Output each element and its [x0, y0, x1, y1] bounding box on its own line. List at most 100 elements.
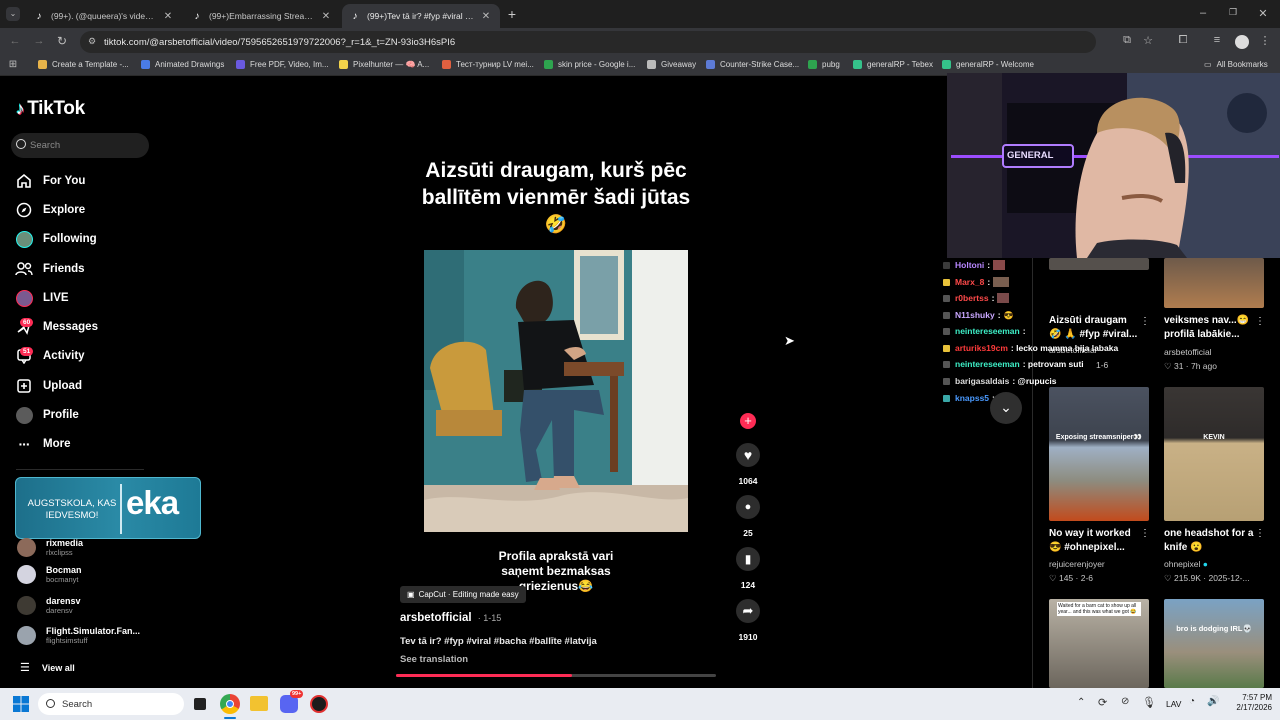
bookmark-item[interactable]: Тест-турнир LV mei... [442, 60, 534, 69]
nav-following[interactable]: Following [15, 228, 97, 250]
tab-3-active[interactable]: ♪ (99+)Tev tā ir? #fyp #viral #bac ✕ [342, 4, 500, 28]
media-icon[interactable]: ≡ [1210, 34, 1224, 46]
maximize-button[interactable]: ❐ [1226, 7, 1240, 18]
apps-grid-icon[interactable]: ⊞ [7, 59, 19, 70]
mouse-cursor-icon: ➤ [784, 333, 795, 348]
tiktok-logo[interactable]: ♪ TikTok [16, 98, 85, 120]
app-icon[interactable] [310, 695, 328, 713]
thumb-overlay-text: Exposing streamsniper👀 [1055, 434, 1143, 441]
tray-mic-icon[interactable]: 🎙 [1142, 696, 1156, 709]
nav-more[interactable]: ··· More [15, 433, 71, 455]
extensions-icon[interactable]: ⧠ [1176, 34, 1190, 47]
promo-banner[interactable]: AUGSTSKOLA, KAS IEDVESMO! eka [15, 477, 201, 539]
bookmark-item[interactable]: generalRP - Tebex [853, 60, 933, 69]
tab-search-button[interactable]: ⌄ [6, 7, 20, 21]
see-translation-link[interactable]: See translation [400, 654, 468, 665]
like-button[interactable]: ♥ [736, 443, 760, 467]
bookmark-item[interactable]: Free PDF, Video, Im... [236, 60, 329, 69]
close-tab-icon[interactable]: ✕ [320, 11, 332, 22]
webcam-frame [947, 73, 1280, 258]
forward-icon[interactable]: → [32, 35, 46, 47]
close-tab-icon[interactable]: ✕ [162, 11, 174, 22]
close-tab-icon[interactable]: ✕ [480, 11, 492, 22]
more-options-icon[interactable]: ⋮ [1140, 528, 1150, 539]
wifi-icon[interactable]: ◔ [1189, 696, 1195, 707]
minimize-button[interactable]: – [1196, 7, 1210, 19]
bookmark-item[interactable]: Animated Drawings [141, 60, 224, 69]
related-thumb[interactable] [1164, 258, 1264, 308]
clock[interactable]: 7:57 PM 2/17/2026 [1226, 693, 1272, 713]
related-thumb[interactable]: KEVIN [1164, 387, 1264, 521]
chrome-icon[interactable] [220, 694, 240, 714]
related-thumb[interactable] [1049, 258, 1149, 270]
bookmark-item[interactable]: generalRP - Welcome [942, 60, 1034, 69]
account-item[interactable]: rixmedia rlxclipss [17, 538, 83, 557]
nav-for-you[interactable]: For You [15, 170, 85, 192]
video-progress-track[interactable] [396, 674, 716, 677]
related-stats: 1-6 [1096, 360, 1109, 370]
comment-button[interactable]: ● [736, 495, 760, 519]
search-icon [16, 139, 26, 149]
file-explorer-icon[interactable] [250, 696, 268, 711]
task-view-icon[interactable] [194, 698, 206, 710]
close-window-button[interactable]: ✕ [1256, 7, 1270, 20]
bookmark-item[interactable]: Giveaway [647, 60, 696, 69]
tab-2[interactable]: ♪ (99+)Embarrassing Streaming M ✕ [184, 4, 340, 28]
related-thumb[interactable]: Exposing streamsniper👀 [1049, 387, 1149, 521]
related-author-row[interactable]: ohnepixel ● [1164, 559, 1208, 569]
nav-upload[interactable]: Upload [15, 375, 82, 397]
nav-friends[interactable]: Friends [15, 258, 85, 280]
follow-plus-button[interactable]: + [740, 413, 756, 429]
keyboard-language[interactable]: LAV [1166, 699, 1181, 709]
volume-icon[interactable]: 🔊 [1207, 696, 1219, 707]
account-item[interactable]: Bocman bocmanyt [17, 565, 82, 584]
bookmark-item[interactable]: Counter-Strike Case... [706, 60, 799, 69]
related-thumb[interactable]: Waited for a barn cat to show up all yea… [1049, 599, 1149, 688]
new-tab-button[interactable]: + [504, 6, 520, 22]
bookmark-item[interactable]: Create a Template -... [38, 60, 129, 69]
video-player[interactable] [424, 250, 688, 532]
related-author[interactable]: rejuicerenjoyer [1049, 559, 1105, 569]
nav-explore[interactable]: Explore [15, 199, 85, 221]
nav-live[interactable]: LIVE [15, 287, 69, 309]
back-icon[interactable]: ← [8, 35, 22, 47]
browser-menu-icon[interactable]: ⋮ [1259, 34, 1271, 47]
capcut-tag[interactable]: ▣ CapCut · Editing made easy [400, 586, 526, 603]
bookmark-item[interactable]: Pixelhunter — 🧠 A... [339, 60, 429, 69]
more-options-icon[interactable]: ⋮ [1140, 316, 1150, 327]
windows-start-icon[interactable] [13, 696, 29, 712]
view-all-link[interactable]: ☰ View all [17, 661, 75, 674]
tray-eye-off-icon[interactable]: ⊘ [1121, 696, 1129, 707]
save-button[interactable]: ▮ [736, 547, 760, 571]
account-item[interactable]: darensv darensv [17, 596, 81, 615]
account-item[interactable]: Flight.Simulator.Fan... flightsimstuff [17, 626, 140, 645]
nav-profile[interactable]: Profile [15, 404, 79, 426]
bookmark-item[interactable]: pubg [808, 60, 840, 69]
reload-icon[interactable]: ↻ [55, 34, 69, 48]
install-app-icon[interactable]: ⧉ [1120, 34, 1134, 47]
bookmark-favicon-icon [141, 60, 150, 69]
more-options-icon[interactable]: ⋮ [1255, 316, 1265, 327]
url-text: tiktok.com/@arsbetofficial/video/7595652… [104, 36, 456, 48]
site-info-icon[interactable]: ⚙ [88, 36, 96, 47]
all-bookmarks[interactable]: ▭ All Bookmarks [1204, 60, 1268, 69]
more-options-icon[interactable]: ⋮ [1255, 528, 1265, 539]
chat-badge-icon [943, 377, 950, 385]
post-author[interactable]: arsbetofficial [400, 612, 472, 624]
scroll-down-chevron-icon[interactable]: ⌄ [990, 392, 1022, 424]
search-input[interactable]: Search [11, 133, 149, 158]
tray-sync-icon[interactable]: ⟳ [1098, 696, 1107, 709]
bookmark-star-icon[interactable]: ☆ [1141, 34, 1155, 47]
bookmark-item[interactable]: skin price - Google i... [544, 60, 635, 69]
profile-avatar-icon [15, 406, 33, 424]
related-author[interactable]: arsbetofficial [1164, 347, 1212, 357]
bookmark-favicon-icon [544, 60, 553, 69]
taskbar-search-input[interactable]: Search [38, 693, 184, 715]
url-field[interactable]: ⚙ tiktok.com/@arsbetofficial/video/75956… [80, 31, 1096, 53]
related-thumb[interactable]: bro is dodging IRL💀 [1164, 599, 1264, 688]
profile-avatar-icon[interactable] [1235, 35, 1249, 49]
share-button[interactable]: ➦ [736, 599, 760, 623]
title-line: profilā labākie... [1164, 329, 1240, 340]
tab-1[interactable]: ♪ (99+). (@quueera)'s videos with ✕ [26, 4, 182, 28]
tray-chevron-icon[interactable]: ⌃ [1077, 697, 1085, 708]
